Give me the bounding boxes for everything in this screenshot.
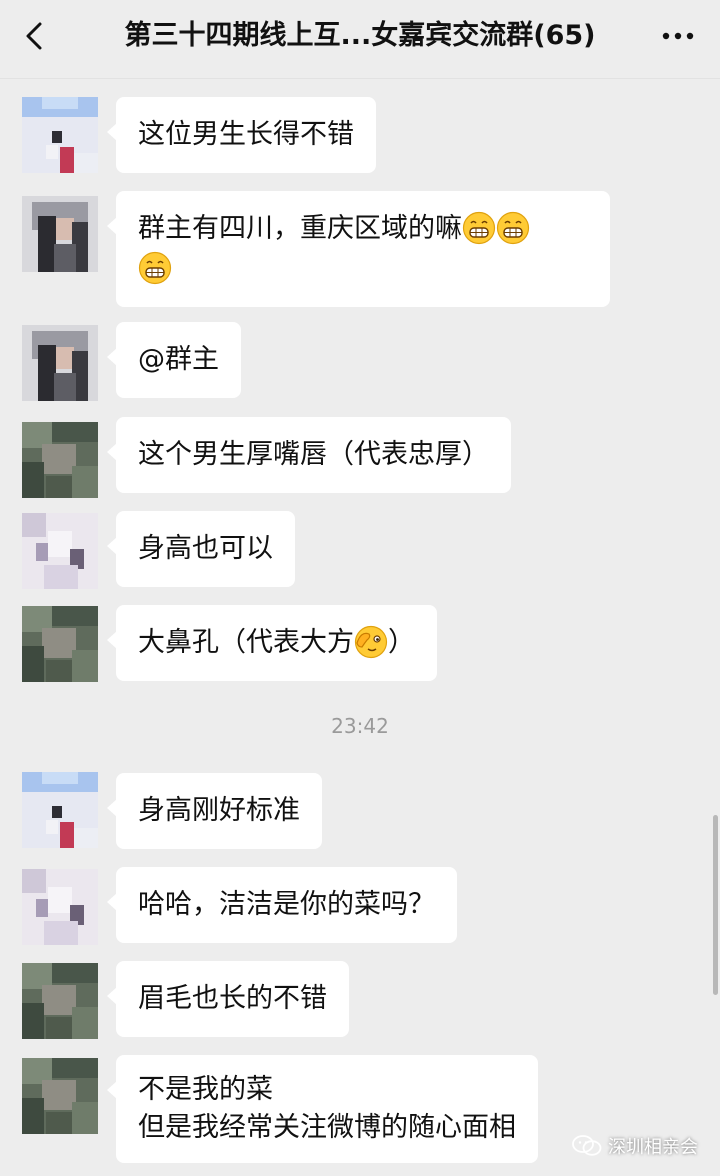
message-text: 这个男生厚嘴唇（代表忠厚）: [138, 439, 489, 470]
message-bubble[interactable]: 身高刚好标准: [107, 773, 322, 849]
timestamp: 23:42: [331, 714, 389, 738]
message-text-line: 不是我的菜: [138, 1074, 273, 1105]
avatar[interactable]: [22, 963, 98, 1039]
message-text: 哈哈，洁洁是你的菜吗？: [138, 889, 435, 920]
avatar[interactable]: [22, 772, 98, 848]
message-text-line: 但是我经常关注微博的随心面相: [138, 1112, 516, 1143]
avatar[interactable]: [22, 869, 98, 945]
chat-title: 第三十四期线上互...女嘉宾交流群(65): [124, 20, 596, 51]
grinning-face-icon: [138, 251, 172, 284]
message-bubble[interactable]: 哈哈，洁洁是你的菜吗？: [107, 867, 457, 943]
message-bubble[interactable]: 这个男生厚嘴唇（代表忠厚）: [107, 417, 511, 493]
grinning-face-icon: [496, 211, 530, 244]
watermark: 深圳相亲会: [572, 1128, 698, 1164]
chevron-left-icon[interactable]: [20, 20, 52, 52]
grinning-face-icon: [462, 211, 496, 244]
message-text: 身高也可以: [138, 533, 273, 564]
message-text: 大鼻孔（代表大方: [138, 627, 354, 658]
message-bubble[interactable]: 眉毛也长的不错: [107, 961, 349, 1037]
message-bubble[interactable]: 这位男生长得不错: [107, 97, 376, 173]
message-text: 这位男生长得不错: [138, 119, 354, 150]
avatar[interactable]: [22, 196, 98, 272]
message-text: 眉毛也长的不错: [138, 983, 327, 1014]
chat-header: 第三十四期线上互...女嘉宾交流群(65): [0, 0, 720, 79]
message-bubble[interactable]: @群主: [107, 322, 241, 398]
watermark-text: 深圳相亲会: [608, 1137, 698, 1158]
avatar[interactable]: [22, 1058, 98, 1134]
message-bubble[interactable]: 不是我的菜 但是我经常关注微博的随心面相: [107, 1055, 538, 1163]
message-text: 身高刚好标准: [138, 795, 300, 826]
more-icon[interactable]: [658, 22, 698, 50]
avatar[interactable]: [22, 513, 98, 589]
message-bubble[interactable]: 大鼻孔（代表大方 ）: [107, 605, 437, 681]
message-text: 群主有四川，重庆区域的嘛: [138, 213, 462, 244]
avatar[interactable]: [22, 325, 98, 401]
message-text-suffix: ）: [388, 627, 415, 658]
avatar[interactable]: [22, 422, 98, 498]
face-covering-eye-icon: [354, 625, 388, 658]
wechat-icon: [572, 1135, 602, 1156]
avatar[interactable]: [22, 606, 98, 682]
message-bubble[interactable]: 身高也可以: [107, 511, 295, 587]
scrollbar[interactable]: [713, 815, 718, 995]
avatar[interactable]: [22, 97, 98, 173]
message-text: @群主: [138, 344, 219, 375]
message-bubble[interactable]: 群主有四川，重庆区域的嘛: [107, 191, 610, 307]
